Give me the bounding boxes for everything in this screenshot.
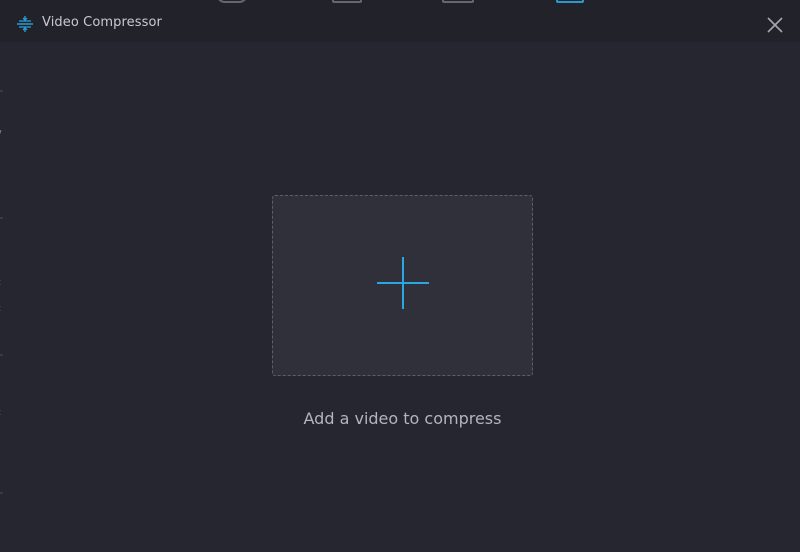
background-glyph: :	[0, 304, 1, 314]
background-glyph: :	[0, 408, 1, 418]
background-divider	[0, 90, 3, 92]
background-toolbar-icon	[216, 0, 248, 3]
compress-icon	[17, 16, 33, 32]
background-glyph: /	[0, 130, 1, 140]
video-compressor-window: Video Compressor / i : : : i Add a video…	[0, 0, 800, 552]
background-divider	[0, 217, 3, 219]
background-sidebar-edge: / i : : : i	[0, 42, 3, 552]
background-toolbar-icon	[442, 0, 474, 3]
title-bar: Video Compressor	[0, 4, 800, 42]
add-video-drop-zone[interactable]	[272, 195, 533, 376]
close-icon[interactable]	[764, 14, 786, 36]
background-divider	[0, 492, 3, 494]
add-video-hint: Add a video to compress	[303, 409, 502, 428]
window-title: Video Compressor	[42, 15, 163, 30]
background-divider	[0, 354, 3, 356]
background-glyph: :	[0, 278, 1, 288]
background-toolbar-icon	[556, 0, 584, 3]
background-glyph: i	[0, 155, 1, 165]
plus-icon[interactable]	[376, 256, 430, 310]
background-glyph: i	[0, 433, 1, 443]
background-toolbar-icon	[332, 0, 362, 3]
